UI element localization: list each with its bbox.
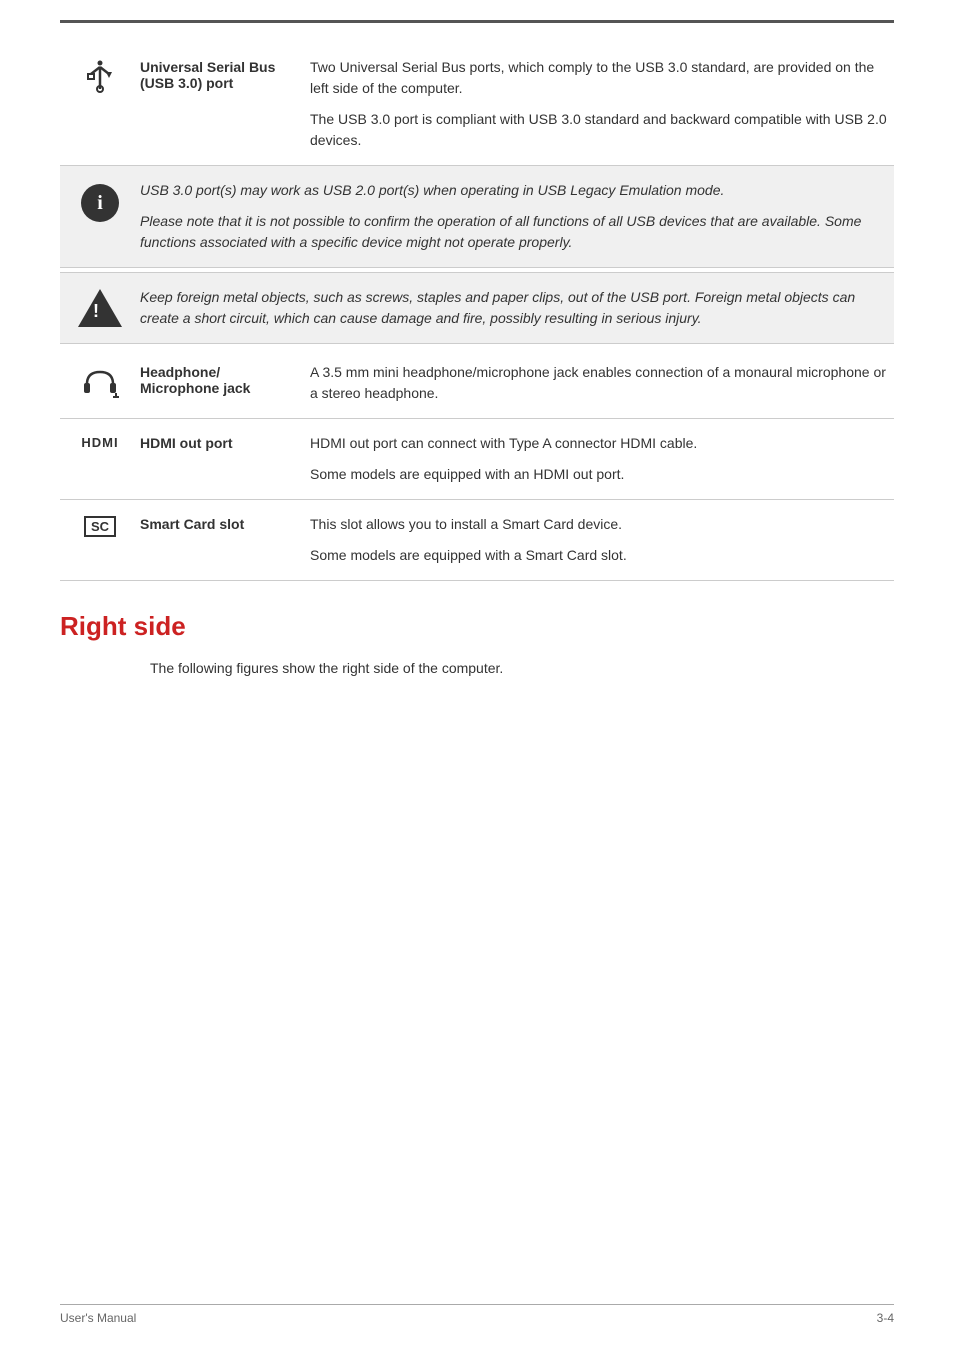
smartcard-icon: SC bbox=[84, 516, 116, 537]
hdmi-feature-row: HDMI HDMI out port HDMI out port can con… bbox=[60, 419, 894, 500]
headphone-icon-cell bbox=[60, 362, 140, 402]
warning-content: Keep foreign metal objects, such as scre… bbox=[140, 287, 894, 329]
page-footer: User's Manual 3-4 bbox=[60, 1304, 894, 1325]
info-icon: i bbox=[81, 184, 119, 222]
usb-feature-row: Universal Serial Bus (USB 3.0) port Two … bbox=[60, 43, 894, 166]
warning-icon bbox=[78, 289, 122, 327]
usb-label: Universal Serial Bus (USB 3.0) port bbox=[140, 57, 310, 91]
usb-icon-cell bbox=[60, 57, 140, 97]
footer-right: 3-4 bbox=[877, 1311, 894, 1325]
headphone-feature-row: Headphone/ Microphone jack A 3.5 mm mini… bbox=[60, 348, 894, 419]
right-side-intro: The following figures show the right sid… bbox=[60, 658, 894, 679]
headphone-desc: A 3.5 mm mini headphone/microphone jack … bbox=[310, 362, 894, 404]
right-side-heading: Right side bbox=[60, 611, 894, 642]
warning-icon-cell bbox=[60, 287, 140, 327]
warning-box: Keep foreign metal objects, such as scre… bbox=[60, 272, 894, 344]
headphone-label: Headphone/ Microphone jack bbox=[140, 362, 310, 396]
headphone-icon bbox=[79, 364, 121, 402]
info-icon-cell: i bbox=[60, 180, 140, 222]
note-content: USB 3.0 port(s) may work as USB 2.0 port… bbox=[140, 180, 894, 253]
smartcard-desc: This slot allows you to install a Smart … bbox=[310, 514, 894, 566]
footer-left: User's Manual bbox=[60, 1311, 136, 1325]
hdmi-desc: HDMI out port can connect with Type A co… bbox=[310, 433, 894, 485]
note-box: i USB 3.0 port(s) may work as USB 2.0 po… bbox=[60, 166, 894, 268]
smartcard-label: Smart Card slot bbox=[140, 514, 310, 532]
hdmi-label: HDMI out port bbox=[140, 433, 310, 451]
hdmi-icon: HDMI bbox=[81, 435, 118, 450]
smartcard-icon-cell: SC bbox=[60, 514, 140, 537]
smartcard-feature-row: SC Smart Card slot This slot allows you … bbox=[60, 500, 894, 581]
usb-icon bbox=[81, 59, 119, 97]
hdmi-icon-cell: HDMI bbox=[60, 433, 140, 450]
top-rule bbox=[60, 20, 894, 23]
usb-desc: Two Universal Serial Bus ports, which co… bbox=[310, 57, 894, 151]
